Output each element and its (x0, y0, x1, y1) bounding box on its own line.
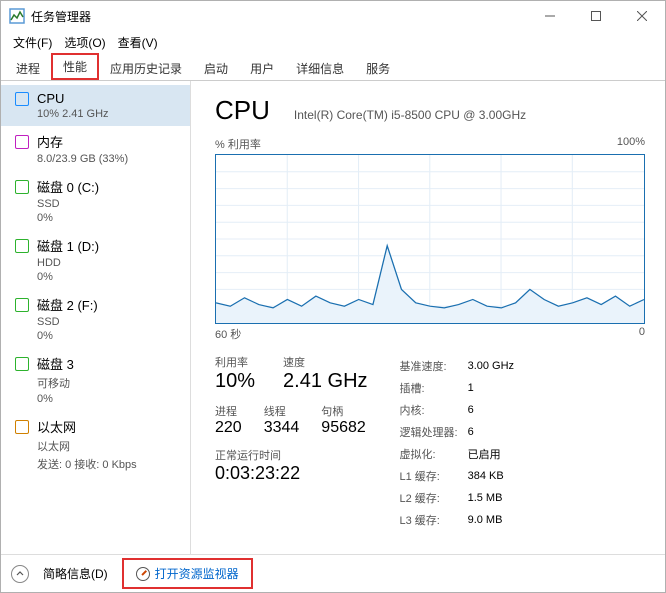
sidebar-item-sub: SSD (15, 198, 180, 210)
label-utilization: 利用率 (215, 354, 255, 370)
sidebar-item-sub2: 0% (15, 212, 180, 224)
detail-value: 1.5 MB (468, 488, 522, 508)
sidebar-item-name: 磁盘 3 (37, 354, 74, 373)
sidebar-item-sub: 可移动 (15, 375, 180, 391)
detail-key: L1 缓存: (400, 466, 466, 486)
close-button[interactable] (619, 1, 665, 31)
label-uptime: 正常运行时间 (215, 447, 368, 463)
sidebar-item-sub: 10% 2.41 GHz (15, 108, 180, 120)
chevron-up-icon[interactable] (11, 565, 29, 583)
chart-label-tr: 100% (617, 136, 645, 152)
menu-view[interactable]: 查看(V) (112, 32, 164, 53)
cpu-details-table: 基准速度:3.00 GHz插槽:1内核:6逻辑处理器:6虚拟化:已启用L1 缓存… (398, 354, 525, 532)
sidebar-item-sub: HDD (15, 257, 180, 269)
sidebar-item-5[interactable]: 磁盘 3 可移动 0% (1, 348, 190, 411)
indicator-icon (15, 135, 29, 149)
resmon-icon (136, 567, 150, 581)
sidebar-item-name: 磁盘 0 (C:) (37, 177, 99, 196)
chart-label-br: 0 (639, 326, 645, 342)
value-handles: 95682 (321, 419, 366, 437)
sidebar-item-name: 磁盘 2 (F:) (37, 295, 98, 314)
detail-key: 虚拟化: (400, 444, 466, 464)
fewer-details-button[interactable]: 简略信息(D) (43, 565, 108, 582)
menubar: 文件(F) 选项(O) 查看(V) (1, 31, 665, 53)
window-title: 任务管理器 (31, 8, 91, 25)
indicator-icon (15, 92, 29, 106)
sidebar-item-1[interactable]: 内存 8.0/23.9 GB (33%) (1, 126, 190, 171)
detail-key: 基准速度: (400, 356, 466, 376)
sidebar-item-name: CPU (37, 91, 64, 106)
indicator-icon (15, 298, 29, 312)
sidebar-item-sub2: 0% (15, 393, 180, 405)
sidebar-item-4[interactable]: 磁盘 2 (F:) SSD 0% (1, 289, 190, 348)
menu-file[interactable]: 文件(F) (7, 32, 58, 53)
sidebar-item-name: 磁盘 1 (D:) (37, 236, 99, 255)
sidebar-item-sub2: 0% (15, 271, 180, 283)
detail-value: 6 (468, 400, 522, 420)
open-resmon-label: 打开资源监视器 (155, 565, 239, 582)
minimize-button[interactable] (527, 1, 573, 31)
tab-进程[interactable]: 进程 (5, 55, 51, 81)
tab-用户[interactable]: 用户 (239, 55, 285, 81)
detail-value: 3.00 GHz (468, 356, 522, 376)
detail-value: 已启用 (468, 444, 522, 464)
label-handles: 句柄 (321, 403, 366, 419)
sidebar-item-2[interactable]: 磁盘 0 (C:) SSD 0% (1, 171, 190, 230)
tab-详细信息[interactable]: 详细信息 (285, 55, 355, 81)
titlebar: 任务管理器 (1, 1, 665, 31)
menu-options[interactable]: 选项(O) (58, 32, 111, 53)
detail-key: 逻辑处理器: (400, 422, 466, 442)
sidebar-item-sub: 8.0/23.9 GB (33%) (15, 153, 180, 165)
tab-服务[interactable]: 服务 (355, 55, 401, 81)
sidebar-item-sub2: 发送: 0 接收: 0 Kbps (15, 456, 180, 472)
sidebar-item-6[interactable]: 以太网以太网发送: 0 接收: 0 Kbps (1, 411, 190, 478)
sidebar-item-0[interactable]: CPU 10% 2.41 GHz (1, 85, 190, 126)
value-utilization: 10% (215, 370, 255, 393)
page-title: CPU (215, 95, 270, 126)
detail-key: L2 缓存: (400, 488, 466, 508)
tab-性能[interactable]: 性能 (53, 55, 97, 78)
sidebar-item-name: 内存 (37, 132, 63, 151)
detail-key: L3 缓存: (400, 510, 466, 530)
detail-value: 384 KB (468, 466, 522, 486)
footer: 简略信息(D) 打开资源监视器 (1, 554, 665, 592)
open-resmon-link[interactable]: 打开资源监视器 (122, 558, 253, 589)
tab-启动[interactable]: 启动 (193, 55, 239, 81)
indicator-icon (15, 239, 29, 253)
detail-value: 6 (468, 422, 522, 442)
indicator-icon (15, 180, 29, 194)
value-uptime: 0:03:23:22 (215, 463, 368, 484)
indicator-icon (15, 420, 29, 434)
maximize-button[interactable] (573, 1, 619, 31)
sidebar-item-name: 以太网 (37, 417, 76, 436)
label-speed: 速度 (283, 354, 367, 370)
sidebar-item-sub: SSD (15, 316, 180, 328)
tabbar: 进程性能应用历史记录启动用户详细信息服务 (1, 53, 665, 81)
label-threads: 线程 (264, 403, 300, 419)
detail-value: 9.0 MB (468, 510, 522, 530)
app-icon (9, 8, 25, 24)
sidebar-item-sub: 以太网 (15, 438, 180, 454)
label-processes: 进程 (215, 403, 242, 419)
sidebar: CPU 10% 2.41 GHz 内存 8.0/23.9 GB (33%) 磁盘 0 (… (1, 81, 191, 554)
chart-label-bl: 60 秒 (215, 326, 241, 342)
main-pane: CPU Intel(R) Core(TM) i5-8500 CPU @ 3.00… (191, 81, 665, 554)
value-processes: 220 (215, 419, 242, 437)
detail-value: 1 (468, 378, 522, 398)
sidebar-item-3[interactable]: 磁盘 1 (D:) HDD 0% (1, 230, 190, 289)
cpu-chart (215, 154, 645, 324)
tab-应用历史记录[interactable]: 应用历史记录 (99, 55, 193, 81)
cpu-model: Intel(R) Core(TM) i5-8500 CPU @ 3.00GHz (294, 108, 526, 122)
chart-label-tl: % 利用率 (215, 136, 261, 152)
value-threads: 3344 (264, 419, 300, 437)
detail-key: 插槽: (400, 378, 466, 398)
value-speed: 2.41 GHz (283, 370, 367, 393)
detail-key: 内核: (400, 400, 466, 420)
indicator-icon (15, 357, 29, 371)
sidebar-item-sub2: 0% (15, 330, 180, 342)
